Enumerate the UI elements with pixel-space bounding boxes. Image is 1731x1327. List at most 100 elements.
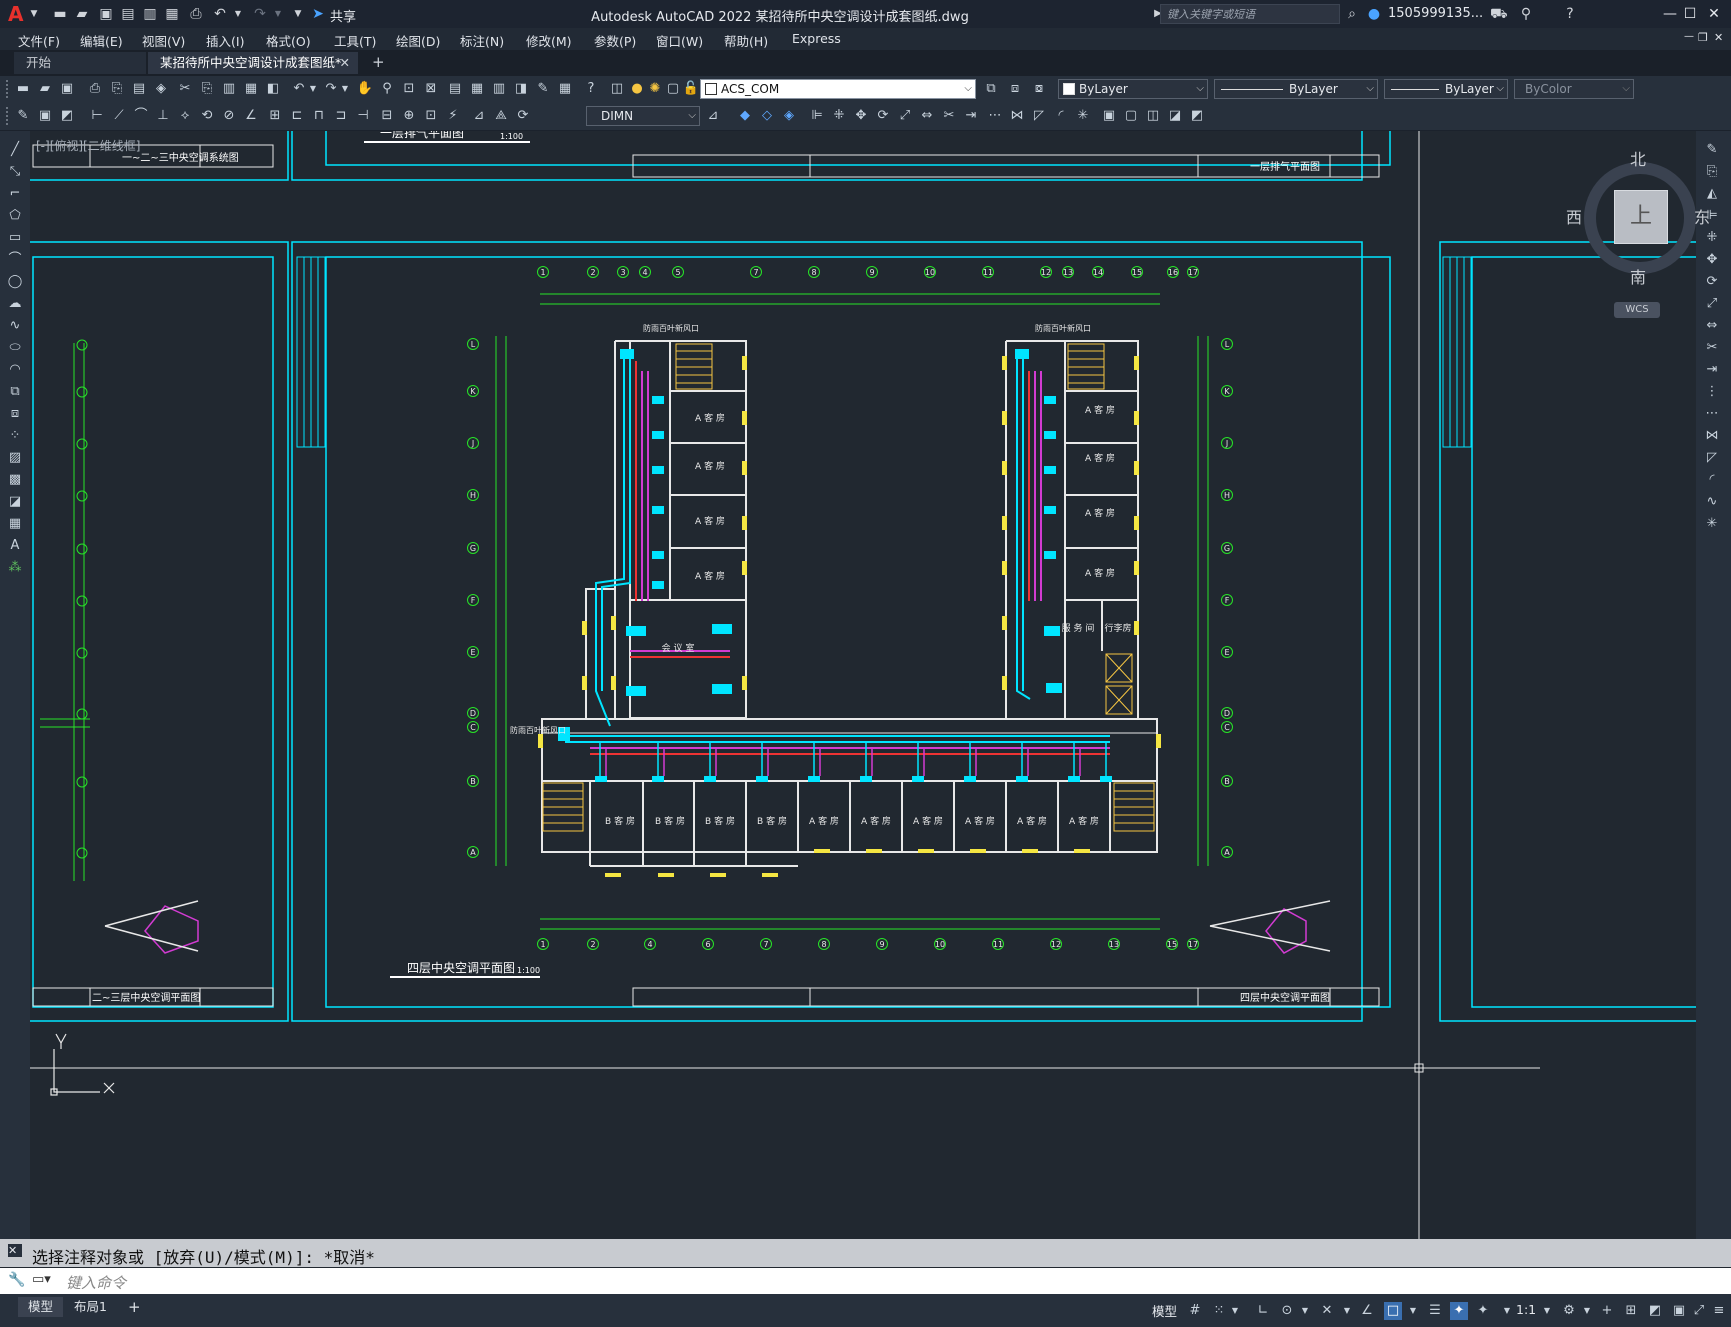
viewcube-south[interactable]: 南 <box>1630 264 1646 288</box>
viewcube-north[interactable]: 北 <box>1630 146 1646 170</box>
menu-tools[interactable]: 工具(T) <box>334 31 376 50</box>
design-center-icon[interactable]: ▦ <box>468 80 486 98</box>
mirror-icon[interactable]: ◈ <box>780 107 798 125</box>
construction-line-icon[interactable]: ⤡ <box>7 164 23 180</box>
viewcube-east[interactable]: 东 <box>1694 204 1710 228</box>
recent-commands-icon[interactable]: ▭▾ <box>32 1272 51 1287</box>
menu-view[interactable]: 视图(V) <box>142 31 185 50</box>
layer-state-icon[interactable]: ⧇ <box>1030 80 1048 98</box>
layer-properties-icon[interactable]: ◫ <box>608 80 626 98</box>
diameter-icon[interactable]: ⊘ <box>220 107 238 125</box>
ortho-icon[interactable]: ∟ <box>1254 1302 1272 1320</box>
share-button[interactable]: 共享 <box>330 6 356 25</box>
jogged-icon[interactable]: ⟲ <box>198 107 216 125</box>
tab-layout1[interactable]: 布局1 <box>64 1297 117 1317</box>
user-account[interactable]: 1505999135... <box>1388 6 1483 21</box>
dimension-break-icon[interactable]: ⊣ <box>354 107 372 125</box>
menu-express[interactable]: Express <box>792 31 841 46</box>
help-icon[interactable]: ? <box>1562 6 1578 22</box>
undo-dropdown-icon[interactable]: ▼ <box>304 80 322 98</box>
inspection-icon[interactable]: ⊡ <box>422 107 440 125</box>
layer-on-icon[interactable]: ● <box>628 80 646 98</box>
properties-icon[interactable]: ▤ <box>446 80 464 98</box>
plus-icon[interactable]: + <box>1598 1302 1616 1320</box>
break-icon[interactable]: ⋯ <box>986 107 1004 125</box>
layer-lock-icon[interactable]: 🔓 <box>682 80 700 98</box>
break-icon[interactable]: ⋯ <box>1704 406 1720 422</box>
attribute-icon[interactable]: ◩ <box>58 107 76 125</box>
wcs-menu[interactable]: WCS <box>1614 302 1660 318</box>
add-layout-icon[interactable]: + <box>118 1297 151 1317</box>
layer-dropdown[interactable]: ACS_COM ⌵ <box>700 79 976 99</box>
command-line-close-icon[interactable]: ✕ <box>8 1244 22 1257</box>
menu-format[interactable]: 格式(O) <box>266 31 311 50</box>
dimension-text-edit-icon[interactable]: ⟁ <box>492 107 510 125</box>
save-as-icon[interactable]: ▤ <box>120 6 136 22</box>
polygon-icon[interactable]: ⬠ <box>7 208 23 224</box>
annotation-scale[interactable]: 1:1 <box>1516 1302 1536 1317</box>
explode-icon[interactable]: ✳ <box>1074 107 1092 125</box>
quick-dimension-icon[interactable]: ⊞ <box>266 107 284 125</box>
cart-icon[interactable]: ⛟ <box>1490 6 1508 22</box>
menu-modify[interactable]: 修改(M) <box>526 31 572 50</box>
polyline-icon[interactable]: ⌐ <box>7 186 23 202</box>
copy-object-icon[interactable]: ◇ <box>758 107 776 125</box>
multiline-text-icon[interactable]: A <box>7 538 23 554</box>
lineweight-dropdown[interactable]: ByLayer ⌵ <box>1384 79 1508 99</box>
zoom-realtime-icon[interactable]: ⚲ <box>378 80 396 98</box>
search-icon[interactable]: ⌕ <box>1344 6 1360 22</box>
autodesk-app-store-icon[interactable]: ⚲ <box>1518 6 1534 22</box>
block-icon[interactable]: ▣ <box>36 107 54 125</box>
linetype-dropdown[interactable]: ByLayer ⌵ <box>1214 79 1378 99</box>
ungroup-icon[interactable]: ▢ <box>1122 107 1140 125</box>
publish-icon[interactable]: ▤ <box>130 80 148 98</box>
viewcube-west[interactable]: 西 <box>1566 204 1582 228</box>
dimension-update-icon[interactable]: ⟳ <box>514 107 532 125</box>
add-selected-icon[interactable]: ⁂ <box>7 560 23 576</box>
arc-icon[interactable]: ⌒ <box>7 252 23 268</box>
tolerance-icon[interactable]: ⊟ <box>378 107 396 125</box>
block-editor-icon[interactable]: ◧ <box>264 80 282 98</box>
arc-length-icon[interactable]: ⌒ <box>132 107 150 125</box>
undo-icon[interactable]: ↶ <box>212 6 228 22</box>
dimension-style-icon[interactable]: ⊿ <box>704 107 722 125</box>
customization-icon[interactable]: ≡ <box>1710 1302 1728 1320</box>
polar-tracking-icon[interactable]: ⊙ <box>1278 1302 1296 1320</box>
calculator-icon[interactable]: ▦ <box>556 80 574 98</box>
workspace-dropdown-icon[interactable]: ▼ <box>1578 1302 1596 1320</box>
tab-drawing[interactable]: 某招待所中央空调设计成套图纸* ✕ <box>148 52 358 74</box>
help-icon[interactable]: ? <box>582 80 600 98</box>
minimize-button[interactable]: — <box>1660 4 1680 24</box>
gradient-icon[interactable]: ▩ <box>7 472 23 488</box>
markup-icon[interactable]: ✎ <box>534 80 552 98</box>
ellipse-arc-icon[interactable]: ◠ <box>7 362 23 378</box>
stretch-icon[interactable]: ⇔ <box>918 107 936 125</box>
extend-icon[interactable]: ⇥ <box>962 107 980 125</box>
toolbar-grip[interactable] <box>6 107 11 125</box>
hatch-icon[interactable]: ▨ <box>7 450 23 466</box>
radius-icon[interactable]: ⟡ <box>176 107 194 125</box>
scale-icon[interactable]: ⤢ <box>896 107 914 125</box>
menu-edit[interactable]: 编辑(E) <box>80 31 123 50</box>
app-menu-chevron-icon[interactable]: ▼ <box>26 6 42 22</box>
match-properties-icon[interactable]: ▦ <box>242 80 260 98</box>
menu-file[interactable]: 文件(F) <box>18 31 60 50</box>
isodraft-icon[interactable]: ✕ <box>1318 1302 1336 1320</box>
chamfer-icon[interactable]: ◸ <box>1704 450 1720 466</box>
array-icon[interactable]: ⁜ <box>830 107 848 125</box>
group-icon[interactable]: ▣ <box>1100 107 1118 125</box>
share-icon[interactable]: ➤ <box>310 6 326 22</box>
point-icon[interactable]: ⁘ <box>7 428 23 444</box>
redo-dropdown-icon[interactable]: ▼ <box>270 6 286 22</box>
save-icon[interactable]: ▣ <box>58 80 76 98</box>
redo-dropdown-icon[interactable]: ▼ <box>336 80 354 98</box>
command-input[interactable] <box>0 1268 1731 1294</box>
new-tab-button[interactable]: + <box>372 53 385 71</box>
cut-icon[interactable]: ✂ <box>176 80 194 98</box>
tool-palettes-icon[interactable]: ▥ <box>490 80 508 98</box>
fillet-icon[interactable]: ◜ <box>1052 107 1070 125</box>
trim-icon[interactable]: ✂ <box>940 107 958 125</box>
model-space-button[interactable]: 模型 <box>1152 1301 1177 1320</box>
menu-draw[interactable]: 绘图(D) <box>396 31 440 50</box>
doc-restore-button[interactable]: ❐ <box>1698 31 1708 44</box>
